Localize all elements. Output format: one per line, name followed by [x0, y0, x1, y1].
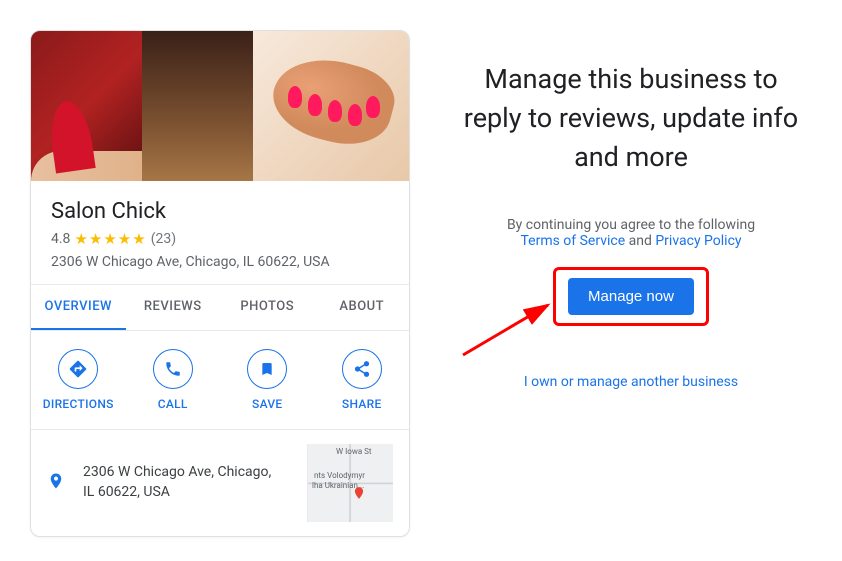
- review-count: (23): [151, 231, 176, 247]
- action-bar: DIRECTIONS CALL SAVE SHARE: [31, 331, 409, 430]
- map-marker-icon: [352, 484, 366, 498]
- minimap-poi-label: nts Volodymyr: [314, 472, 365, 481]
- share-button[interactable]: SHARE: [315, 349, 410, 411]
- call-button[interactable]: CALL: [126, 349, 221, 411]
- action-label: SAVE: [252, 397, 282, 411]
- address-detail: 2306 W Chicago Ave, Chicago, IL 60622, U…: [83, 463, 289, 502]
- directions-icon: [58, 349, 98, 389]
- headline: Manage this business to reply to reviews…: [450, 60, 812, 177]
- manage-now-button[interactable]: Manage now: [568, 278, 694, 315]
- business-name: Salon Chick: [51, 199, 389, 224]
- address-text: 2306 W Chicago Ave, Chicago, IL 60622, U…: [51, 254, 389, 270]
- address-row[interactable]: 2306 W Chicago Ave, Chicago, IL 60622, U…: [31, 430, 409, 536]
- star-icons: ★★★★★: [74, 230, 146, 248]
- photo-thumbnail[interactable]: [31, 31, 142, 181]
- action-label: CALL: [158, 397, 188, 411]
- tab-photos[interactable]: PHOTOS: [220, 285, 315, 330]
- manage-highlight-box: Manage now: [553, 267, 709, 326]
- minimap-thumbnail[interactable]: W Iowa St nts Volodymyr lha Ukrainian...: [307, 444, 393, 522]
- business-info: Salon Chick 4.8 ★★★★★ (23) 2306 W Chicag…: [31, 181, 409, 284]
- privacy-link[interactable]: Privacy Policy: [655, 233, 741, 249]
- tab-reviews[interactable]: REVIEWS: [126, 285, 221, 330]
- share-icon: [342, 349, 382, 389]
- photo-thumbnail[interactable]: [253, 31, 409, 181]
- map-pin-icon: [47, 470, 65, 496]
- rating-row[interactable]: 4.8 ★★★★★ (23): [51, 230, 389, 248]
- action-label: SHARE: [342, 397, 382, 411]
- tab-overview[interactable]: OVERVIEW: [31, 285, 126, 330]
- terms-link[interactable]: Terms of Service: [520, 233, 625, 249]
- tabs: OVERVIEW REVIEWS PHOTOS ABOUT: [31, 284, 409, 331]
- own-another-link[interactable]: I own or manage another business: [450, 374, 812, 390]
- save-button[interactable]: SAVE: [220, 349, 315, 411]
- photo-strip[interactable]: [31, 31, 409, 181]
- minimap-street-label: W Iowa St: [336, 448, 372, 457]
- agree-text: By continuing you agree to the following…: [450, 217, 812, 249]
- directions-button[interactable]: DIRECTIONS: [31, 349, 126, 411]
- photo-thumbnail[interactable]: [142, 31, 253, 181]
- tab-about[interactable]: ABOUT: [315, 285, 410, 330]
- rating-value: 4.8: [51, 231, 70, 247]
- bookmark-icon: [247, 349, 287, 389]
- manage-panel: Manage this business to reply to reviews…: [450, 30, 812, 537]
- business-card: Salon Chick 4.8 ★★★★★ (23) 2306 W Chicag…: [30, 30, 410, 537]
- phone-icon: [153, 349, 193, 389]
- action-label: DIRECTIONS: [43, 397, 114, 411]
